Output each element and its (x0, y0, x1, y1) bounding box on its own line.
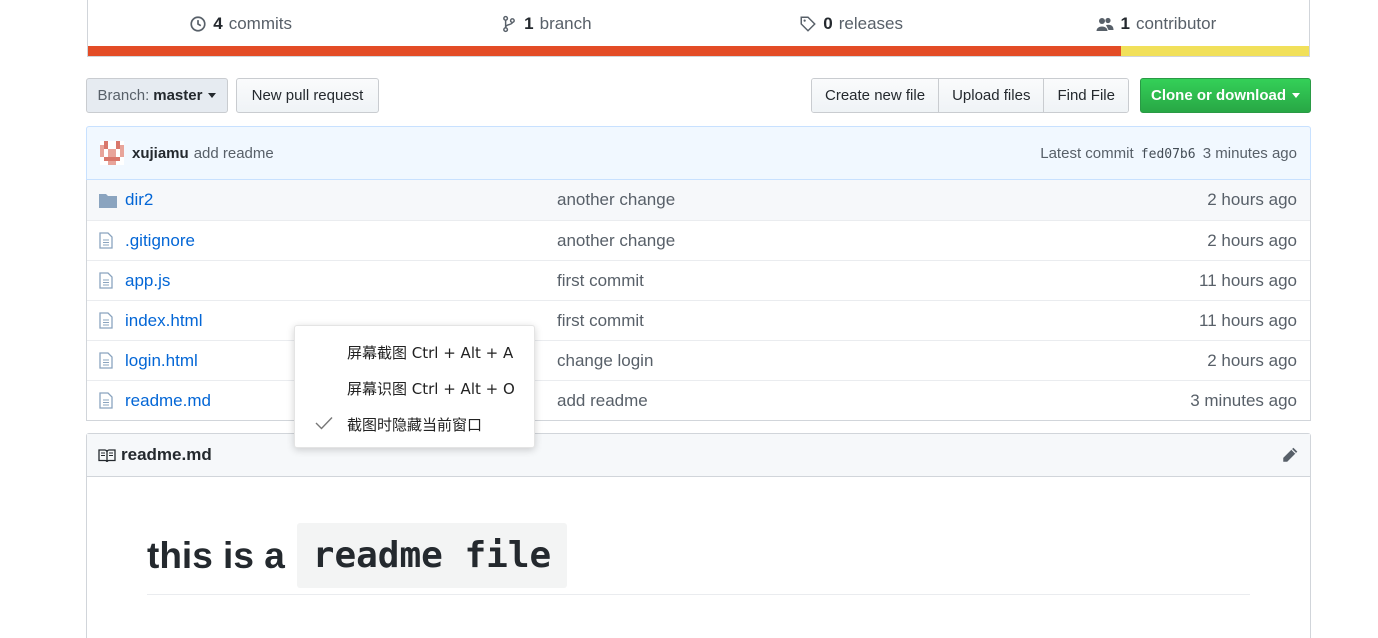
readme-heading-text: this is a (147, 534, 285, 576)
table-row: .gitignore another change 2 hours ago (87, 220, 1310, 260)
file-commit-message[interactable]: change login (557, 351, 957, 371)
file-age: 11 hours ago (1199, 270, 1297, 290)
commits-link[interactable]: 4 commits (88, 14, 393, 34)
branch-label: branch (539, 13, 592, 33)
file-age: 2 hours ago (1207, 350, 1297, 370)
book-icon (98, 448, 116, 463)
file-list: dir2 another change 2 hours ago .gitigno… (86, 180, 1311, 421)
repo-page: 4 commits 1 branch 0 releases 1 contribu… (0, 0, 1378, 638)
file-commit-message[interactable]: add readme (557, 391, 957, 411)
language-bar[interactable] (88, 46, 1309, 56)
commits-count: 4 (213, 13, 223, 33)
menu-item-label: 截图时隐藏当前窗口 (347, 415, 483, 434)
commit-sha[interactable]: fed07b6 (1141, 147, 1196, 162)
menu-item-hide-window[interactable]: 截图时隐藏当前窗口 (295, 406, 534, 442)
table-row: index.html first commit 11 hours ago (87, 300, 1310, 340)
commit-message[interactable]: add readme (194, 145, 274, 162)
branch-prefix: Branch: (97, 87, 150, 104)
create-new-file-button[interactable]: Create new file (812, 79, 940, 112)
numbers-summary: 4 commits 1 branch 0 releases 1 contribu… (87, 0, 1310, 57)
language-segment-js (1120, 46, 1309, 56)
latest-commit-label: Latest commit (1040, 144, 1134, 162)
folder-icon (99, 193, 119, 208)
file-age: 3 minutes ago (1190, 390, 1297, 410)
file-icon (99, 272, 119, 289)
clone-label: Clone or download (1151, 87, 1286, 104)
menu-item-label: 屏幕截图 Ctrl + Alt + A (347, 343, 514, 362)
file-name-link[interactable]: .gitignore (125, 231, 557, 251)
readme-panel: readme.md this is a readme file (86, 433, 1311, 638)
contributor-count: 1 (1120, 13, 1130, 33)
file-commit-message[interactable]: first commit (557, 271, 957, 291)
file-icon (99, 232, 119, 249)
file-name-link[interactable]: app.js (125, 271, 557, 291)
table-row: login.html change login 2 hours ago (87, 340, 1310, 380)
people-icon (1096, 17, 1114, 31)
pencil-icon[interactable] (1281, 446, 1299, 464)
file-commit-message[interactable]: another change (557, 190, 957, 210)
readme-filename: readme.md (121, 445, 212, 464)
upload-files-button[interactable]: Upload files (939, 79, 1045, 112)
contributor-label: contributor (1135, 13, 1217, 33)
readme-content: this is a readme file (87, 477, 1310, 595)
find-file-button[interactable]: Find File (1044, 79, 1128, 112)
new-pull-request-button[interactable]: New pull request (236, 78, 379, 113)
releases-count: 0 (823, 13, 833, 33)
table-row: dir2 another change 2 hours ago (87, 180, 1310, 220)
latest-commit-bar: xujiamu add readme Latest commit fed07b6… (86, 126, 1311, 180)
readme-heading-code: readme file (296, 523, 568, 588)
file-age: 2 hours ago (1207, 190, 1297, 209)
table-row: readme.md add readme 3 minutes ago (87, 380, 1310, 420)
commits-label: commits (228, 13, 292, 33)
file-icon (99, 312, 119, 329)
file-age: 11 hours ago (1199, 310, 1297, 330)
file-actions-group: Create new file Upload files Find File (811, 78, 1129, 113)
contributors-link[interactable]: 1 contributor (1004, 14, 1309, 34)
file-commit-message[interactable]: first commit (557, 311, 957, 331)
history-icon (190, 15, 206, 32)
branch-link[interactable]: 1 branch (393, 14, 698, 34)
file-age: 2 hours ago (1207, 230, 1297, 250)
clone-or-download-button[interactable]: Clone or download (1140, 78, 1311, 113)
tag-icon (800, 16, 817, 32)
table-row: app.js first commit 11 hours ago (87, 260, 1310, 300)
avatar[interactable] (100, 141, 124, 165)
language-segment-html (88, 46, 1121, 56)
branch-name: master (153, 87, 203, 104)
latest-commit-info: Latest commit fed07b6 3 minutes ago (1040, 145, 1297, 162)
file-icon (99, 352, 119, 369)
branch-select-button[interactable]: Branch: master (86, 78, 228, 113)
caret-down-icon (1292, 93, 1300, 98)
commit-author[interactable]: xujiamu (132, 145, 189, 162)
menu-item-image-recognition[interactable]: 屏幕识图 Ctrl + Alt + O (295, 370, 534, 406)
branch-count: 1 (524, 13, 534, 33)
releases-link[interactable]: 0 releases (699, 14, 1004, 34)
branch-icon (503, 15, 516, 32)
caret-down-icon (208, 93, 217, 98)
releases-label: releases (838, 13, 903, 33)
checkmark-icon (315, 416, 333, 434)
file-icon (99, 392, 119, 409)
readme-heading: this is a readme file (147, 523, 1250, 595)
readme-header: readme.md (87, 434, 1310, 477)
commit-age: 3 minutes ago (1202, 144, 1297, 162)
menu-item-screenshot[interactable]: 屏幕截图 Ctrl + Alt + A (295, 334, 534, 370)
file-commit-message[interactable]: another change (557, 231, 957, 251)
context-menu: 屏幕截图 Ctrl + Alt + A 屏幕识图 Ctrl + Alt + O … (294, 325, 535, 448)
file-name-link[interactable]: dir2 (125, 190, 557, 210)
menu-item-label: 屏幕识图 Ctrl + Alt + O (347, 379, 515, 398)
